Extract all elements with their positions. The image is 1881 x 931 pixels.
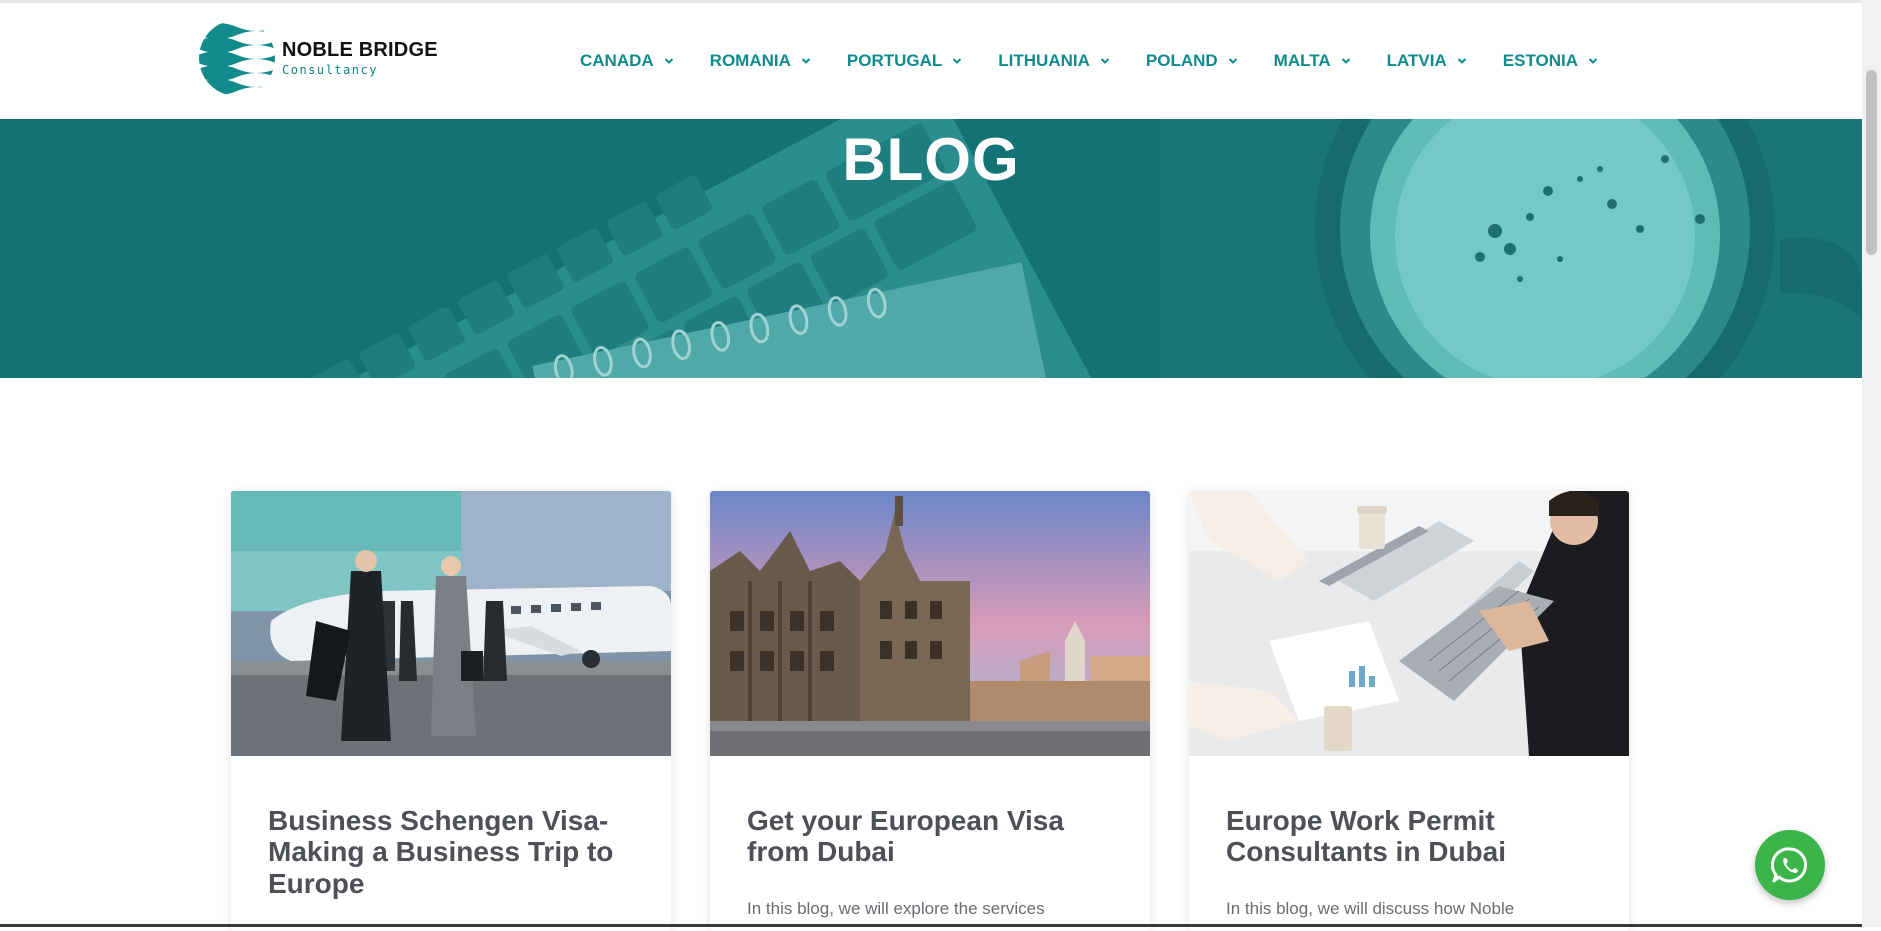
blog-card[interactable]: Business Schengen Visa- Making a Busines…: [231, 491, 671, 931]
site-header: NOBLE BRIDGE Consultancy CANADA ROMANIA …: [0, 3, 1862, 119]
nav-label: PORTUGAL: [846, 51, 943, 70]
post-title[interactable]: Get your European Visa from Dubai: [747, 805, 1117, 868]
chevron-down-icon: [953, 58, 962, 64]
chevron-down-icon: [1100, 58, 1110, 64]
nav-item-lithuania[interactable]: LITHUANIA: [998, 51, 1110, 71]
nav-label: ROMANIA: [709, 51, 791, 70]
nav-item-romania[interactable]: ROMANIA: [710, 51, 811, 71]
chevron-down-icon: [1341, 58, 1350, 64]
chevron-down-icon: [664, 58, 673, 64]
chevron-down-icon: [1457, 58, 1466, 64]
nav-label: ESTONIA: [1502, 51, 1579, 70]
site-logo[interactable]: NOBLE BRIDGE Consultancy: [198, 19, 438, 97]
nav-item-portugal[interactable]: PORTUGAL: [847, 51, 962, 71]
page-scrollbar[interactable]: [1862, 0, 1881, 927]
blog-card[interactable]: Europe Work Permit Consultants in Dubai …: [1189, 491, 1629, 931]
logo-waves-icon: [199, 20, 275, 96]
post-title[interactable]: Europe Work Permit Consultants in Dubai: [1226, 805, 1596, 868]
post-image-business-jet: [231, 491, 671, 756]
nav-label: MALTA: [1273, 51, 1331, 70]
nav-label: CANADA: [580, 51, 654, 70]
main-nav: CANADA ROMANIA PORTUGAL LITHUANIA POLAND…: [580, 51, 1634, 71]
nav-item-poland[interactable]: POLAND: [1146, 51, 1238, 71]
whatsapp-button[interactable]: [1755, 830, 1825, 900]
chevron-down-icon: [1228, 58, 1237, 64]
nav-label: LATVIA: [1386, 51, 1447, 70]
page-title: BLOG: [842, 126, 1020, 193]
scrollbar-thumb[interactable]: [1866, 70, 1877, 255]
post-excerpt: In this blog, we will explore the servic…: [747, 899, 1045, 918]
blog-hero-banner: BLOG: [0, 119, 1862, 378]
nav-label: POLAND: [1145, 51, 1218, 70]
nav-item-latvia[interactable]: LATVIA: [1387, 51, 1467, 71]
whatsapp-icon: [1770, 847, 1808, 883]
blog-card[interactable]: Get your European Visa from Dubai In thi…: [710, 491, 1150, 931]
post-image-city-hall: [710, 491, 1150, 756]
nav-item-malta[interactable]: MALTA: [1274, 51, 1351, 71]
brand-name: NOBLE BRIDGE: [282, 39, 438, 61]
chevron-down-icon: [1588, 58, 1598, 64]
post-excerpt: In this blog, we will discuss how Noble: [1226, 899, 1515, 918]
brand-subtitle: Consultancy: [282, 63, 378, 77]
post-title[interactable]: Business Schengen Visa- Making a Busines…: [268, 805, 638, 899]
nav-item-canada[interactable]: CANADA: [580, 51, 674, 71]
nav-label: LITHUANIA: [998, 51, 1090, 70]
nav-item-estonia[interactable]: ESTONIA: [1503, 51, 1598, 71]
post-image-meeting: [1189, 491, 1629, 756]
chevron-down-icon: [801, 58, 811, 64]
